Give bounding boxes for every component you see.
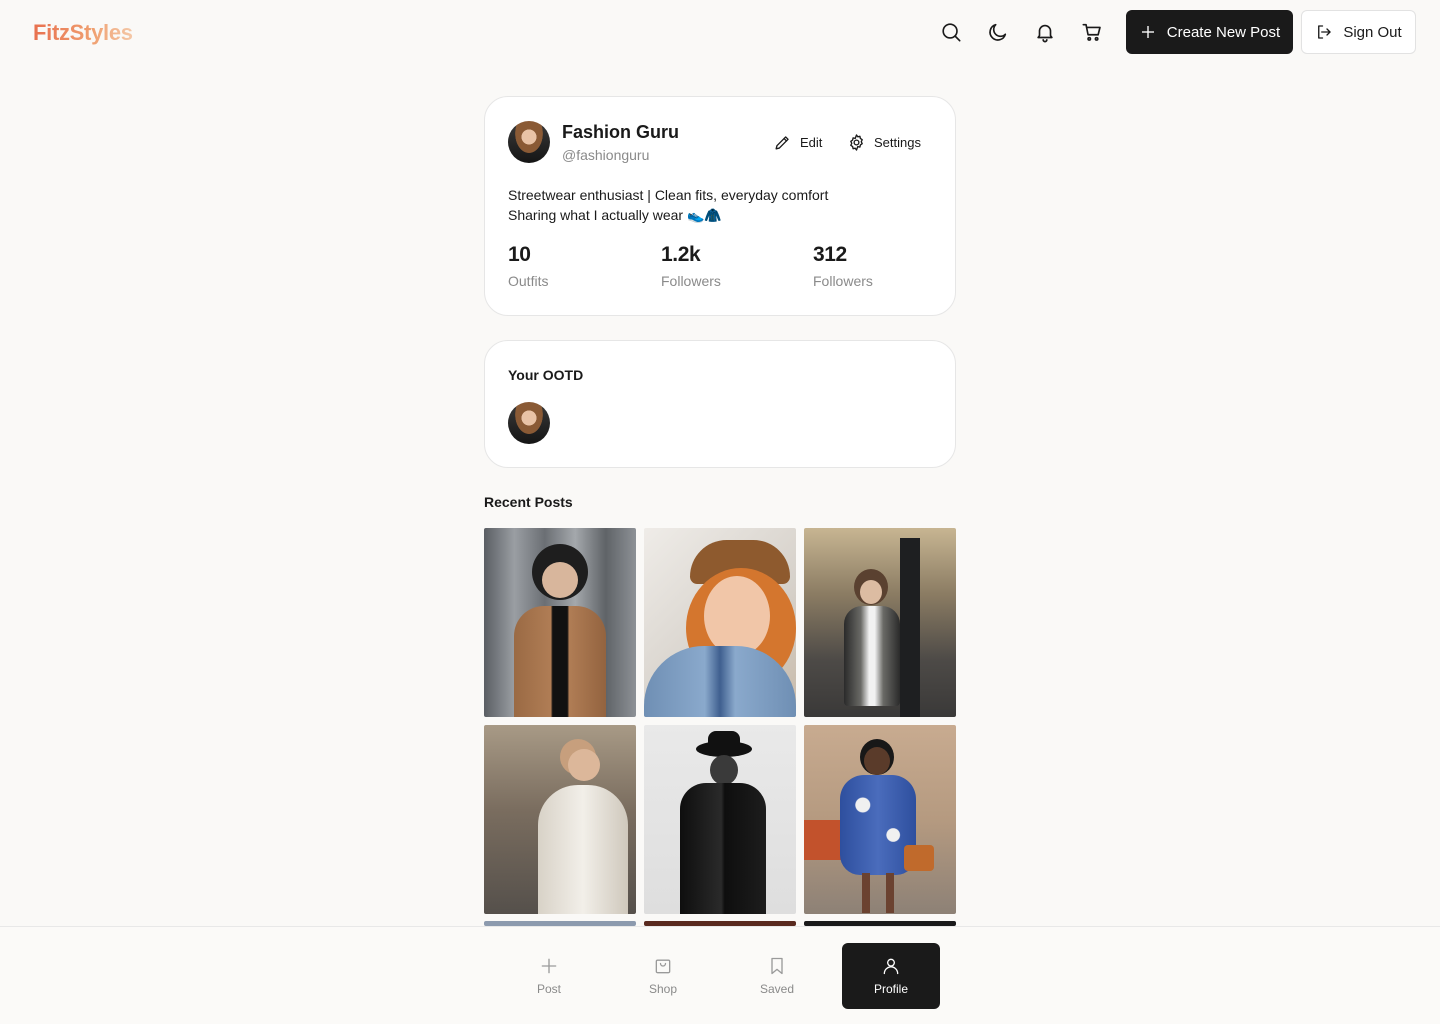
- post-thumbnail[interactable]: [484, 528, 636, 717]
- post-thumbnail[interactable]: [804, 528, 956, 717]
- sign-out-label: Sign Out: [1343, 23, 1402, 41]
- ootd-card: Your OOTD: [484, 340, 956, 468]
- post-figure-coat: [514, 606, 606, 717]
- nav-item-shop[interactable]: Shop: [614, 943, 712, 1009]
- stat-value: 10: [508, 243, 531, 266]
- bell-icon[interactable]: [1030, 18, 1060, 46]
- post-figure-puffer: [538, 785, 628, 914]
- nav-item-saved[interactable]: Saved: [728, 943, 826, 1009]
- post-figure-coat: [680, 783, 766, 914]
- pencil-icon: [775, 136, 789, 150]
- post-figure-head: [860, 580, 882, 604]
- post-figure-coat: [844, 606, 900, 706]
- post-thumbnail[interactable]: [644, 725, 796, 914]
- stat-value: 1.2k: [661, 243, 701, 266]
- cart-icon[interactable]: [1077, 18, 1107, 46]
- bottom-navigation: Post Shop Saved Profile: [0, 926, 1440, 1024]
- profile-name: Fashion Guru: [562, 122, 679, 142]
- post-figure-head: [864, 747, 890, 775]
- post-figure-face: [704, 576, 770, 656]
- nav-item-label: Shop: [648, 982, 678, 996]
- nav-item-post[interactable]: Post: [500, 943, 598, 1009]
- ootd-title: Your OOTD: [508, 367, 584, 383]
- ootd-avatar[interactable]: [508, 402, 550, 444]
- plus-icon: [541, 958, 557, 974]
- stat-outfits[interactable]: 10 Outfits: [508, 243, 548, 289]
- post-figure-car: [804, 820, 844, 860]
- post-figure-hat-crown: [708, 731, 740, 749]
- stat-followers[interactable]: 1.2k Followers: [661, 243, 721, 289]
- post-figure-pole: [900, 538, 920, 717]
- stat-following[interactable]: 312 Followers: [813, 243, 873, 289]
- settings-label: Settings: [874, 135, 921, 150]
- create-new-post-label: Create New Post: [1166, 23, 1281, 41]
- edit-label: Edit: [800, 135, 823, 150]
- avatar[interactable]: [508, 121, 550, 163]
- post-thumbnail[interactable]: [484, 725, 636, 914]
- nav-item-label: Post: [536, 982, 561, 996]
- shopping-bag-icon: [655, 959, 671, 974]
- app-logo[interactable]: FitzStyles: [33, 20, 133, 46]
- nav-item-profile[interactable]: Profile: [842, 943, 940, 1009]
- bookmark-icon: [771, 957, 783, 975]
- post-figure-head: [710, 755, 738, 785]
- edit-profile-button[interactable]: Edit: [773, 133, 822, 152]
- settings-button[interactable]: Settings: [847, 133, 921, 152]
- header-icon-group: [936, 18, 1124, 46]
- bio-line-1: Streetwear enthusiast | Clean fits, ever…: [508, 187, 829, 203]
- post-figure-head: [542, 562, 578, 598]
- sign-out-button[interactable]: Sign Out: [1301, 10, 1416, 54]
- bio-line-2: Sharing what I actually wear 👟🧥: [508, 207, 722, 223]
- post-figure-head: [568, 749, 600, 781]
- moon-icon[interactable]: [983, 18, 1013, 46]
- stat-label: Outfits: [508, 273, 549, 289]
- profile-bio: Streetwear enthusiast | Clean fits, ever…: [508, 185, 828, 225]
- stat-value: 312: [813, 243, 847, 266]
- stat-label: Followers: [813, 273, 873, 289]
- nav-item-label: Profile: [873, 982, 908, 996]
- post-thumbnail[interactable]: [804, 725, 956, 914]
- nav-item-label: Saved: [759, 982, 795, 996]
- plus-icon: [1141, 26, 1154, 38]
- profile-card: Fashion Guru @fashionguru Edit Settings …: [484, 96, 956, 316]
- recent-posts-title: Recent Posts: [484, 494, 573, 510]
- post-figure-bag: [904, 845, 934, 871]
- post-figure-leg: [886, 873, 894, 913]
- top-header: FitzStyles Create New Post Sign Out: [0, 0, 1440, 64]
- sign-out-icon: [1318, 25, 1331, 39]
- post-thumbnail[interactable]: [644, 528, 796, 717]
- post-figure-leg: [862, 873, 870, 913]
- stat-label: Followers: [661, 273, 721, 289]
- user-icon: [883, 958, 899, 975]
- profile-handle: @fashionguru: [562, 147, 650, 163]
- gear-icon: [850, 134, 863, 151]
- create-new-post-button[interactable]: Create New Post: [1126, 10, 1293, 54]
- search-icon[interactable]: [936, 18, 966, 46]
